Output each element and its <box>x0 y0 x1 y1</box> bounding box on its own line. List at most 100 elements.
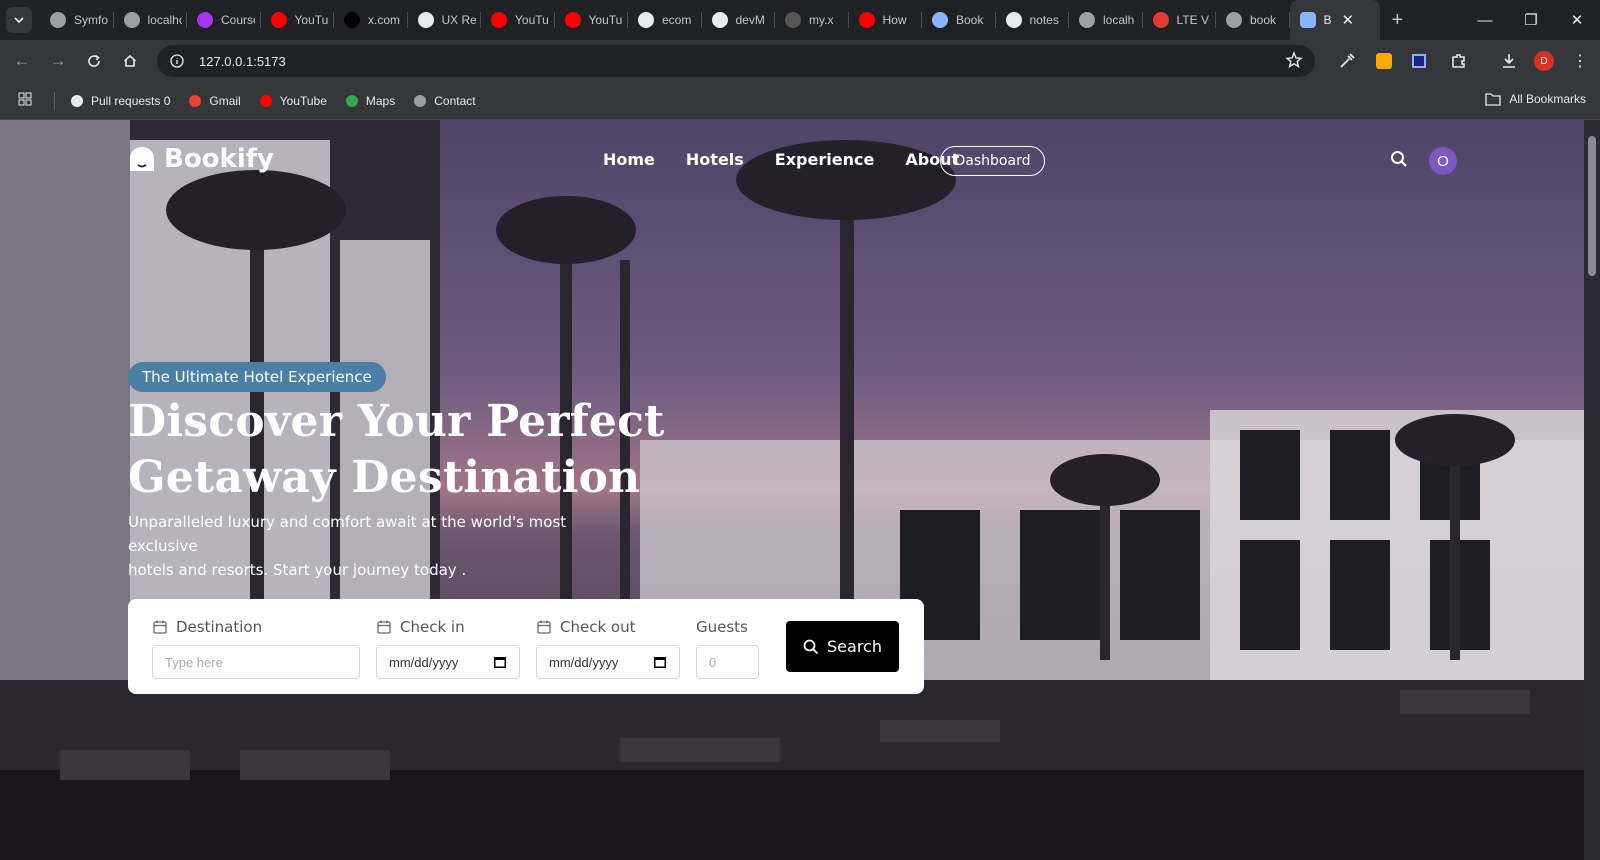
all-bookmarks-button[interactable]: All Bookmarks <box>1485 92 1586 106</box>
scrollbar-thumb[interactable] <box>1588 136 1596 276</box>
tab[interactable]: How <box>849 0 923 40</box>
tab-search-button[interactable] <box>6 7 32 33</box>
github-icon <box>1005 12 1022 28</box>
destination-label: Destination <box>152 617 360 637</box>
header-search-icon[interactable] <box>1390 150 1408 173</box>
reload-button[interactable] <box>76 43 112 79</box>
tab[interactable]: ecom <box>628 0 702 40</box>
extension-icon[interactable] <box>1412 40 1426 82</box>
home-icon <box>123 54 137 67</box>
page-scrollbar[interactable] <box>1584 120 1600 860</box>
site-info-icon[interactable] <box>161 54 193 68</box>
download-icon[interactable] <box>1500 40 1518 82</box>
bookmark-label: Pull requests 0 <box>91 93 171 108</box>
tab[interactable]: localhost <box>114 0 188 40</box>
bookmark-item[interactable]: YouTube <box>258 93 327 109</box>
new-tab-button[interactable]: + <box>1392 9 1404 32</box>
forward-button[interactable]: → <box>40 43 76 79</box>
tab[interactable]: Symfony <box>40 0 114 40</box>
eyedropper-extension-icon[interactable] <box>1338 40 1356 82</box>
bookmark-label: Gmail <box>209 93 241 108</box>
destination-input[interactable]: Type here <box>152 645 360 679</box>
bookmarks-bar: Pull requests 0 Gmail YouTube Maps Contact A… <box>0 82 1600 120</box>
checkout-date-input[interactable]: mm/dd/yyyy <box>536 645 680 679</box>
tab[interactable]: x.com <box>334 0 408 40</box>
hero-title-line1: Discover Your Perfect <box>128 396 665 447</box>
bookmark-label: YouTube <box>279 93 327 108</box>
checkout-label: Check out <box>536 617 680 637</box>
main-nav: Home Hotels Experience About <box>603 150 990 169</box>
tab-active[interactable]: B ✕ <box>1289 0 1380 40</box>
destination-field: Destination Type here <box>152 617 360 679</box>
tab-label: B <box>1323 13 1332 27</box>
bookmark-list: Pull requests 0 Gmail YouTube Maps Contact <box>69 93 493 109</box>
nav-home[interactable]: Home <box>603 150 655 169</box>
bookify-icon <box>932 12 948 28</box>
brand-logo[interactable]: Bookify <box>128 144 274 174</box>
tab[interactable]: Courses <box>187 0 261 40</box>
nav-experience[interactable]: Experience <box>775 150 875 169</box>
dashboard-button[interactable]: Dashboard <box>940 146 1045 176</box>
tab[interactable]: notes <box>996 0 1070 40</box>
hero-subtitle-line2: hotels and resorts. Start your journey t… <box>128 561 467 579</box>
tab-label: localhost <box>147 13 182 27</box>
tab-label: How <box>882 13 907 27</box>
tab[interactable]: YouTube <box>555 0 629 40</box>
youtube-icon <box>564 12 581 28</box>
browser-tab-strip: Symfony localhost Courses YouTube x.com UX Re… <box>0 0 1600 40</box>
bookify-icon <box>1299 12 1316 28</box>
profile-avatar[interactable]: D <box>1534 40 1554 82</box>
tab[interactable]: LTE V <box>1143 0 1217 40</box>
date-picker-icon[interactable] <box>653 655 667 669</box>
bookmark-star-icon[interactable] <box>1285 51 1303 74</box>
bookmark-item[interactable]: Pull requests 0 <box>69 93 170 109</box>
youtube-icon <box>258 93 274 109</box>
close-window-button[interactable]: ✕ <box>1554 11 1600 29</box>
checkout-field: Check out mm/dd/yyyy <box>536 617 680 679</box>
menu-kebab-icon[interactable]: ⋮ <box>1572 40 1588 82</box>
date-picker-icon[interactable] <box>493 655 507 669</box>
checkin-label: Check in <box>376 617 520 637</box>
tab-label: Courses <box>221 13 255 27</box>
tab[interactable]: localh <box>1069 0 1143 40</box>
tab[interactable]: YouTube <box>261 0 335 40</box>
tab-label: Symfony <box>74 13 108 27</box>
bookmark-item[interactable]: Maps <box>344 93 395 109</box>
bookmark-item[interactable]: Contact <box>412 93 476 109</box>
tab[interactable]: UX Re <box>408 0 482 40</box>
guests-input[interactable]: 0 <box>696 645 759 679</box>
calendar-icon <box>537 620 551 634</box>
user-avatar[interactable]: O <box>1429 147 1457 175</box>
address-bar[interactable]: 127.0.0.1:5173 <box>157 45 1315 77</box>
lte-icon <box>1152 12 1169 28</box>
tab[interactable]: YouTube <box>481 0 555 40</box>
youtube-icon <box>491 12 507 28</box>
tab-label: LTE V <box>1176 13 1209 27</box>
restore-button[interactable]: ❐ <box>1508 11 1554 29</box>
tab-list: Symfony localhost Courses YouTube x.com UX Re… <box>40 0 1290 40</box>
tab-label: my.x <box>809 13 834 27</box>
extensions-puzzle-icon[interactable] <box>1450 40 1468 82</box>
bookify-logo-icon <box>130 147 154 171</box>
github-icon <box>638 12 654 28</box>
search-button[interactable]: Search <box>786 621 899 672</box>
checkin-date-input[interactable]: mm/dd/yyyy <box>376 645 520 679</box>
tab[interactable]: devM <box>702 0 776 40</box>
nav-hotels[interactable]: Hotels <box>686 150 744 169</box>
tab[interactable]: book <box>1216 0 1290 40</box>
calendar-icon <box>153 620 167 634</box>
hero-badge: The Ultimate Hotel Experience <box>128 362 386 392</box>
tab-label: Book <box>956 13 984 27</box>
tab[interactable]: Book <box>922 0 996 40</box>
close-icon[interactable]: ✕ <box>1342 11 1355 29</box>
back-button[interactable]: ← <box>4 43 40 79</box>
tab-label: UX Re <box>441 13 476 27</box>
tab[interactable]: my.x <box>775 0 849 40</box>
apps-grid-icon[interactable] <box>18 92 32 109</box>
minimize-button[interactable]: — <box>1462 12 1508 29</box>
home-button[interactable] <box>112 43 148 79</box>
bookmark-item[interactable]: Gmail <box>187 93 241 109</box>
booking-search-form: Destination Type here Check in mm/dd/yyy… <box>128 599 924 694</box>
extension-icon[interactable] <box>1376 40 1392 82</box>
search-button-label: Search <box>827 637 882 656</box>
